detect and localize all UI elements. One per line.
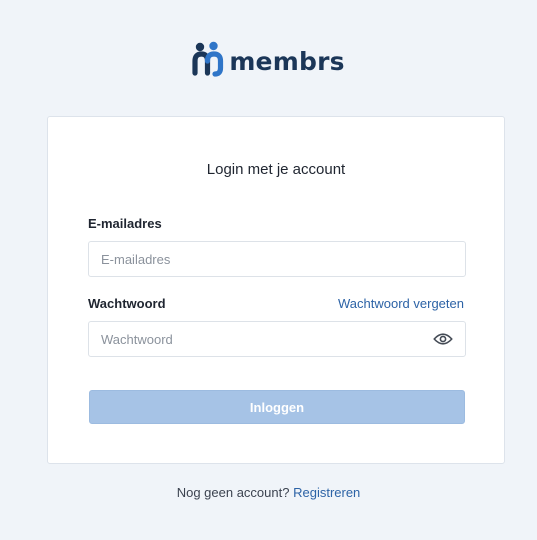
- membrs-logo-icon: [192, 41, 224, 77]
- register-prompt-text: Nog geen account?: [176, 485, 290, 500]
- email-label: E-mailadres: [88, 216, 162, 231]
- password-field-wrapper: [88, 321, 466, 357]
- brand-name: membrs: [229, 46, 345, 76]
- brand-logo: membrs: [0, 41, 537, 79]
- login-card: Login met je account E-mailadres Wachtwo…: [47, 116, 505, 464]
- login-button[interactable]: Inloggen: [89, 390, 465, 424]
- eye-icon[interactable]: [433, 332, 453, 346]
- email-field-wrapper: [88, 241, 466, 277]
- forgot-password-link[interactable]: Wachtwoord vergeten: [338, 296, 464, 311]
- register-link[interactable]: Registreren: [293, 485, 360, 500]
- password-label: Wachtwoord: [88, 296, 166, 311]
- email-input[interactable]: [89, 242, 465, 276]
- password-input[interactable]: [89, 322, 465, 356]
- register-prompt: Nog geen account? Registreren: [0, 485, 537, 500]
- login-title: Login met je account: [206, 161, 346, 178]
